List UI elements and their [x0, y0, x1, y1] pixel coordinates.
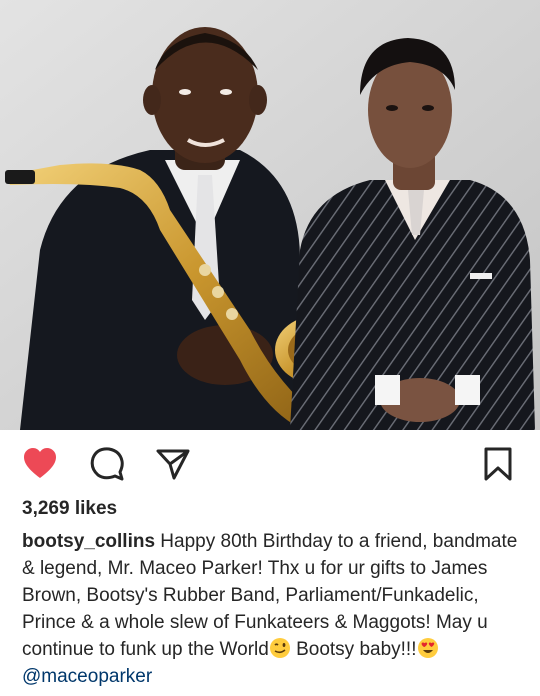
comment-icon: [90, 447, 124, 481]
bookmark-icon: [484, 447, 512, 481]
heart-eyes-emoji-icon: [417, 637, 439, 659]
share-icon: [156, 449, 190, 480]
comment-button[interactable]: [89, 446, 125, 482]
heart-icon: [24, 448, 56, 478]
winking-face-emoji-icon: [269, 637, 291, 659]
caption-mention[interactable]: @maceoparker: [22, 666, 152, 687]
post-caption: bootsy_collins Happy 80th Birthday to a …: [22, 528, 527, 690]
caption-username[interactable]: bootsy_collins: [22, 531, 155, 552]
instagram-post: 3,269 likes bootsy_collins Happy 80th Bi…: [0, 0, 540, 696]
likes-count[interactable]: 3,269 likes: [22, 498, 117, 520]
photo-illustration: [0, 0, 540, 430]
action-bar: [0, 438, 540, 488]
share-button[interactable]: [155, 446, 191, 482]
like-button[interactable]: [22, 446, 58, 482]
save-button[interactable]: [480, 446, 516, 482]
caption-text-part2: Bootsy baby!!!: [290, 639, 417, 660]
likes-text: 3,269 likes: [22, 498, 118, 519]
post-photo[interactable]: [0, 0, 540, 430]
